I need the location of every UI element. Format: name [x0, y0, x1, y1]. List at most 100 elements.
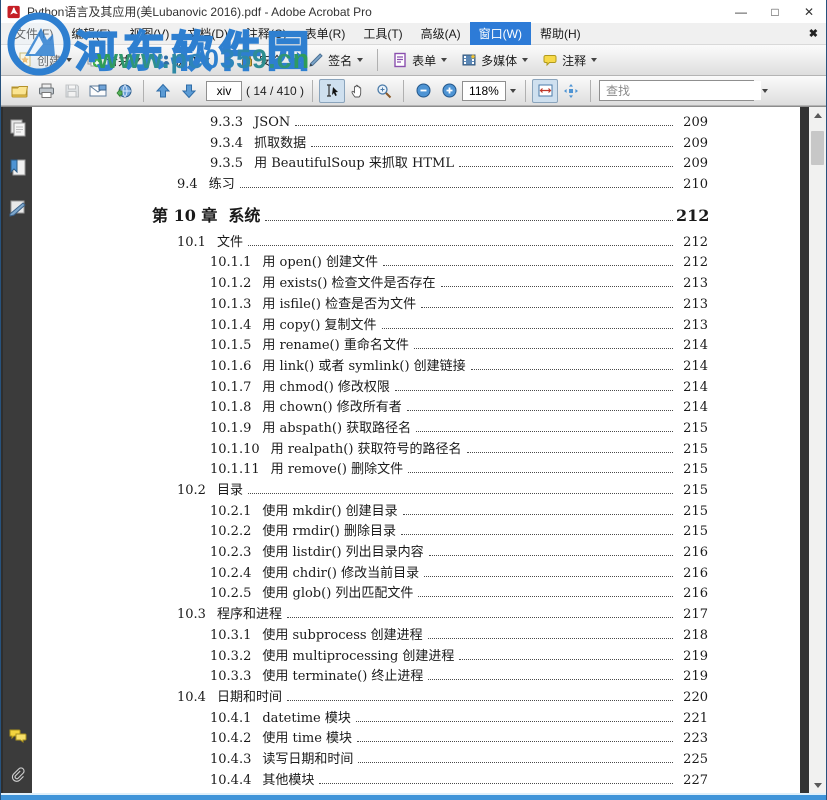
combine-label: 合并: [106, 52, 130, 69]
toc-entry-title: 程序和进程: [217, 605, 282, 626]
menu-item[interactable]: 帮助(H): [531, 22, 590, 45]
toc-entry: 10.1.3用 isfile() 检查是否为文件213: [32, 295, 800, 316]
minimize-button[interactable]: —: [724, 0, 758, 23]
toc-entry-number: 10.5: [177, 791, 206, 793]
toc-dot-leader: [319, 783, 673, 784]
toc-entry-page: 219: [676, 667, 708, 688]
toc-entry-page: 215: [676, 522, 708, 543]
toolbar-separator: [590, 80, 591, 102]
fit-width-button[interactable]: [532, 79, 558, 103]
lock-icon: [239, 52, 255, 68]
create-button[interactable]: 创建: [11, 49, 78, 72]
scrollbar-thumb[interactable]: [811, 131, 824, 165]
toc-dot-leader: [287, 617, 673, 618]
next-page-button[interactable]: [176, 79, 202, 103]
upload-button[interactable]: [111, 79, 137, 103]
toc-entry: 10.1.7用 chmod() 修改权限214: [32, 378, 800, 399]
forms-button[interactable]: 表单: [386, 49, 453, 72]
toc-entry-page: 223: [676, 729, 708, 750]
combine-button[interactable]: 合并: [80, 49, 147, 72]
menu-item[interactable]: 工具(T): [354, 22, 411, 45]
toc-entry-number: 10.1.9: [210, 419, 251, 440]
previous-page-button[interactable]: [150, 79, 176, 103]
toc-entry-number: 10.1.4: [210, 316, 251, 337]
toc-entry-title: 目录: [217, 481, 243, 502]
secure-button[interactable]: 安全: [233, 49, 300, 72]
attachments-panel-icon[interactable]: [9, 767, 27, 785]
menu-item[interactable]: 编辑(E): [62, 22, 120, 45]
menu-item[interactable]: 注释(C): [237, 22, 296, 45]
toc-dot-leader: [240, 187, 673, 188]
toc-dot-leader: [287, 700, 673, 701]
acrobat-window: Python语言及其应用(美Lubanovic 2016).pdf - Adob…: [0, 0, 827, 800]
print-button[interactable]: [33, 79, 59, 103]
email-button[interactable]: [85, 79, 111, 103]
signatures-panel-icon[interactable]: [9, 199, 27, 217]
bookmarks-panel-icon[interactable]: [9, 159, 27, 177]
sign-button[interactable]: 签名: [302, 49, 369, 72]
close-button[interactable]: ✕: [792, 0, 826, 23]
toc-entry: 10.4.2使用 time 模块223: [32, 729, 800, 750]
toc-entry-number: 10.3.3: [210, 667, 251, 688]
maximize-button[interactable]: □: [758, 0, 792, 23]
toc-entry-page: 213: [676, 316, 708, 337]
comments-panel-icon[interactable]: [9, 727, 27, 745]
chevron-down-icon: [66, 58, 72, 62]
secure-label: 安全: [259, 52, 283, 69]
toc-entry: 9.3.3JSON209: [32, 113, 800, 134]
chevron-down-icon: [357, 58, 363, 62]
toc-entry-number: 10.2.3: [210, 543, 251, 564]
zoom-level-input[interactable]: [462, 81, 506, 101]
folder-icon: [11, 83, 29, 99]
menu-item[interactable]: 窗口(W): [470, 22, 531, 45]
toc-dot-leader: [471, 369, 673, 370]
pages-panel-icon[interactable]: [9, 119, 27, 137]
toc-entry-number: 10.4: [177, 688, 206, 709]
menubar-close-icon[interactable]: ✖: [809, 27, 818, 40]
collaborate-button[interactable]: 协作: [149, 49, 216, 72]
menu-item[interactable]: 文件(F): [5, 22, 62, 45]
window-title: Python语言及其应用(美Lubanovic 2016).pdf - Adob…: [27, 3, 372, 20]
multimedia-label: 多媒体: [481, 52, 517, 69]
toc-entry-page: 215: [676, 460, 708, 481]
toc-entry-page: 214: [676, 398, 708, 419]
zoom-in-button[interactable]: [436, 79, 462, 103]
menu-item[interactable]: 视图(V): [120, 22, 178, 45]
menu-item[interactable]: 文档(D): [178, 22, 237, 45]
zoom-out-button[interactable]: [410, 79, 436, 103]
toc-entry-title: 使用 multiprocessing 创建进程: [262, 647, 454, 668]
pen-icon: [308, 52, 324, 68]
toc-entry-number: 9.3.4: [210, 134, 243, 155]
page-number-input[interactable]: [206, 81, 242, 101]
toc-entry-title: 抓取数据: [254, 134, 306, 155]
save-button[interactable]: [59, 79, 85, 103]
toc-entry-title: 用 abspath() 获取路径名: [262, 419, 411, 440]
toc-entry: 10.1.1用 open() 创建文件212: [32, 253, 800, 274]
toc-entry-title: 文件: [217, 233, 243, 254]
scroll-down-button[interactable]: [809, 777, 826, 793]
fit-page-button[interactable]: [558, 79, 584, 103]
zoom-dropdown-button[interactable]: [506, 81, 519, 101]
toc-entry: 10.1.10用 realpath() 获取符号的路径名215: [32, 440, 800, 461]
vertical-scrollbar[interactable]: [809, 107, 826, 793]
menu-item[interactable]: 表单(R): [296, 22, 355, 45]
comment-button[interactable]: 注释: [536, 49, 603, 72]
toc-entry-title: 用 open() 创建文件: [262, 253, 378, 274]
toc-entry-page: 216: [676, 543, 708, 564]
toc-entry-title: 用 link() 或者 symlink() 创建链接: [262, 357, 465, 378]
toc-entry-title: datetime 模块: [262, 709, 351, 730]
scroll-up-button[interactable]: [809, 107, 826, 123]
open-button[interactable]: [7, 79, 33, 103]
menu-items: 文件(F)编辑(E)视图(V)文档(D)注释(C)表单(R)工具(T)高级(A)…: [5, 22, 590, 45]
find-dropdown-button[interactable]: [761, 81, 768, 101]
multimedia-button[interactable]: 多媒体: [455, 49, 534, 72]
triangle-up-icon: [814, 113, 822, 118]
menu-item[interactable]: 高级(A): [412, 22, 470, 45]
toc-dot-leader: [356, 721, 673, 722]
select-tool-button[interactable]: [319, 79, 345, 103]
marquee-zoom-button[interactable]: [371, 79, 397, 103]
hand-tool-button[interactable]: [345, 79, 371, 103]
find-input[interactable]: [600, 81, 761, 100]
document-page[interactable]: 9.3.3JSON2099.3.4抓取数据2099.3.5用 Beautiful…: [32, 107, 800, 793]
toc-entry-number: 10.2.2: [210, 522, 251, 543]
